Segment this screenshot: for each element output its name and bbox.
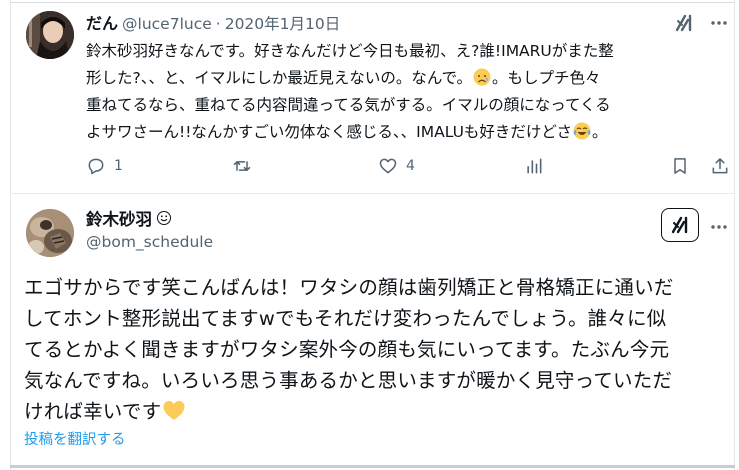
yellow-heart-icon xyxy=(162,399,186,421)
text-segment: ければ幸いです xyxy=(24,400,162,423)
text-segment: 形した?、、と、イマルにしか最近見えないの。なんで。 xyxy=(86,69,472,87)
more-options-icon[interactable] xyxy=(707,216,731,238)
reply-button[interactable]: 1 xyxy=(86,154,123,178)
translate-post-link[interactable]: 投稿を翻訳する xyxy=(24,428,126,449)
text-line: てるとかよく聞きますがワタシ案外今の顔も気にいってます。たぶん今元 xyxy=(24,338,670,361)
main-handle[interactable]: @bom_schedule xyxy=(86,233,213,251)
reply-tweet-text: 鈴木砂羽好きなんです。好きなんだけど今日も最初、え?誰!IMARUがまた整 形し… xyxy=(86,38,726,146)
reply-tweet-header: だん @luce7luce · 2020年1月10日 xyxy=(86,10,341,34)
reply-tweet-actions: 1 4 xyxy=(86,154,728,178)
sad-but-relieved-face-icon xyxy=(473,68,491,86)
like-count: 4 xyxy=(406,158,415,174)
retweet-button[interactable] xyxy=(232,154,260,178)
reply-count: 1 xyxy=(114,158,123,174)
grok-icon[interactable] xyxy=(661,208,699,242)
text-segment: 。 xyxy=(591,123,608,141)
header-separator: · xyxy=(215,15,221,33)
text-line: ければ幸いです xyxy=(24,396,724,427)
bookmark-button[interactable] xyxy=(670,154,690,178)
reply-icon xyxy=(88,158,104,175)
avatar[interactable] xyxy=(26,209,74,257)
share-button[interactable] xyxy=(710,154,730,178)
views-button[interactable] xyxy=(524,154,544,178)
text-line: よサワさーん!!なんかすごい勿体なく感じる、、IMALUも好きだけどさ 。 xyxy=(86,119,726,146)
text-segment: 。もしプチ色々 xyxy=(491,69,601,87)
share-icon xyxy=(712,158,728,174)
thread-connector xyxy=(49,64,51,184)
avatar-photo-icon xyxy=(26,11,74,59)
text-line: 鈴木砂羽好きなんです。好きなんだけど今日も最初、え?誰!IMARUがまた整 xyxy=(86,42,614,60)
avatar[interactable] xyxy=(26,11,74,59)
text-line: 気なんですね。いろいろ思う事あるかと思いますが暖かく見守っていただ xyxy=(24,369,673,392)
smiley-face-icon xyxy=(157,211,171,225)
heart-icon xyxy=(379,158,397,174)
text-line: してホント整形説出てますwでもそれだけ変わったんでしょう。誰々に似 xyxy=(24,307,667,330)
analytics-icon xyxy=(527,158,542,174)
main-tweet-text: エゴサからです笑こんばんは！ワタシの顔は歯列矯正と骨格矯正に通いだ してホント整… xyxy=(24,272,724,427)
main-display-name[interactable]: 鈴木砂羽 xyxy=(86,206,152,230)
grok-icon[interactable] xyxy=(673,12,695,34)
bottom-rule xyxy=(10,465,735,468)
retweet-icon xyxy=(233,161,251,171)
text-line: 重ねてるなら、重ねてる内容間違ってる気がする。イマルの顔になってくる xyxy=(86,96,611,114)
tweet-divider xyxy=(10,193,735,194)
more-options-icon[interactable] xyxy=(707,12,731,34)
reply-handle[interactable]: @luce7luce xyxy=(122,15,212,33)
face-with-tears-of-joy-icon xyxy=(573,122,591,140)
text-line: 形した?、、と、イマルにしか最近見えないの。なんで。 。もしプチ色々 xyxy=(86,65,726,92)
avatar-photo-icon xyxy=(26,209,74,257)
reply-display-name[interactable]: だん xyxy=(86,10,118,34)
text-line: エゴサからです笑こんばんは！ワタシの顔は歯列矯正と骨格矯正に通いだ xyxy=(24,276,674,299)
reply-date[interactable]: 2020年1月10日 xyxy=(225,12,341,34)
main-display-name-row[interactable]: 鈴木砂羽 xyxy=(86,206,171,230)
text-segment: よサワさーん!!なんかすごい勿体なく感じる、、IMALUも好きだけどさ xyxy=(86,123,572,141)
bookmark-icon xyxy=(674,158,686,174)
like-button[interactable]: 4 xyxy=(378,154,415,178)
